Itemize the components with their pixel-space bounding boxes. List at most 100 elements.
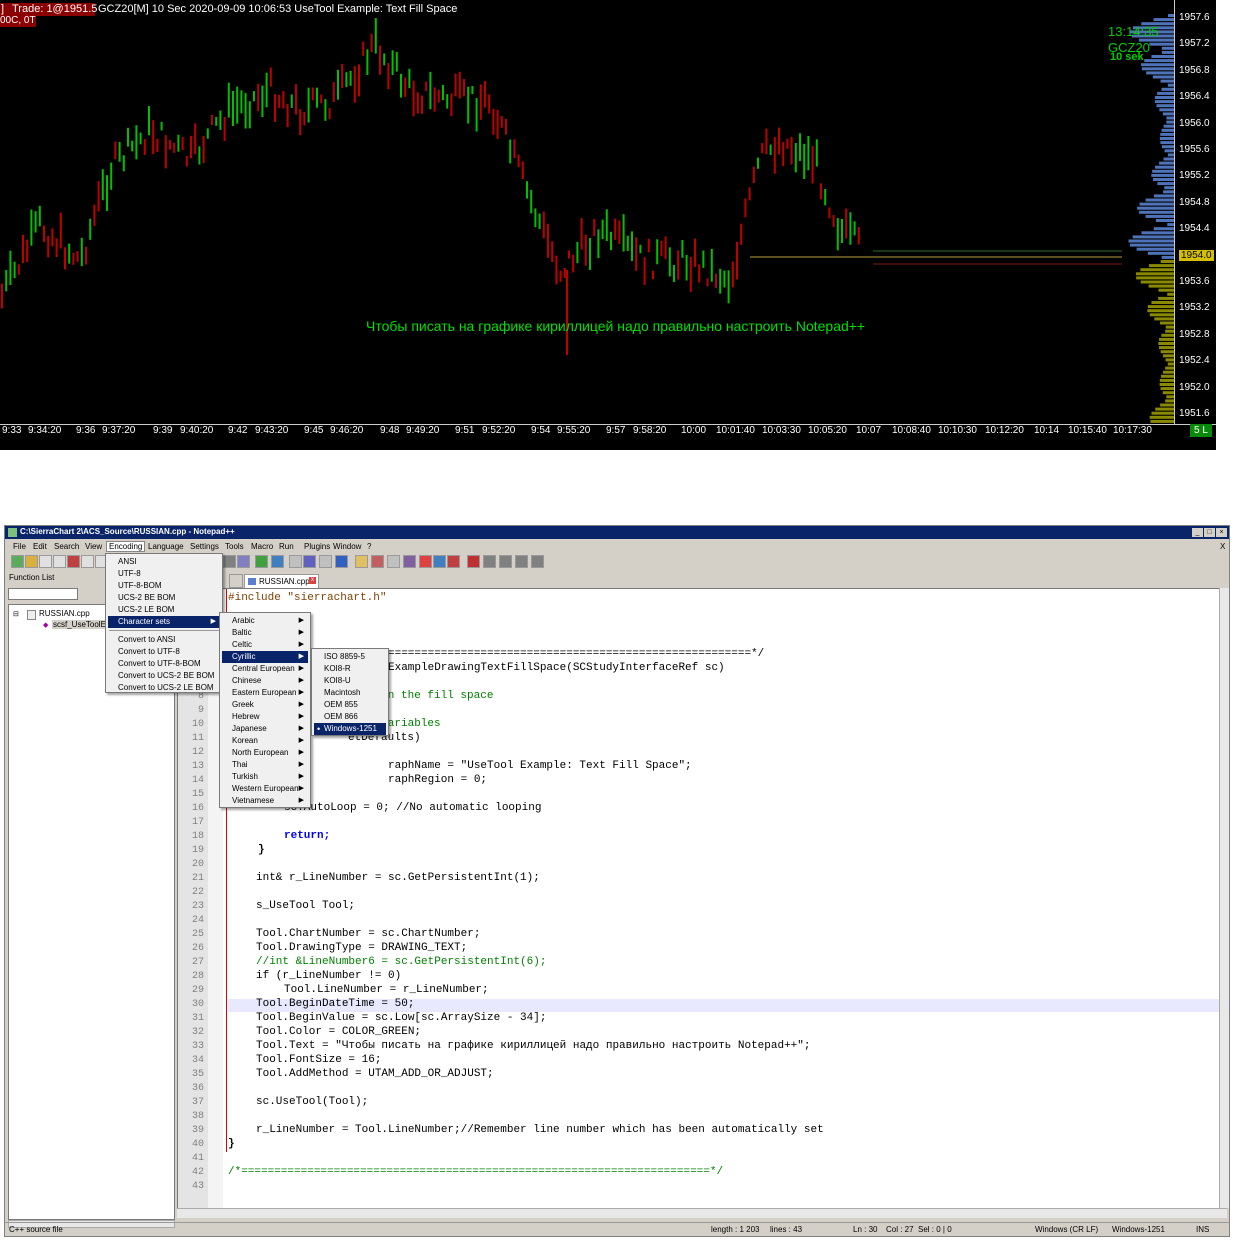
menu-macro[interactable]: Macro: [249, 542, 275, 551]
menu-edit[interactable]: Edit: [31, 542, 49, 551]
code-line[interactable]: }: [228, 1138, 235, 1150]
toolbar-button[interactable]: [335, 555, 348, 568]
code-line[interactable]: raphRegion = 0;: [388, 774, 487, 786]
menu-plugins[interactable]: Plugins: [302, 542, 332, 551]
toolbar-button[interactable]: [25, 555, 38, 568]
menu-item[interactable]: Hebrew ▶: [222, 711, 308, 723]
toolbar-button[interactable]: [403, 555, 416, 568]
menu-item[interactable]: Japanese ▶: [222, 723, 308, 735]
tab-close-icon[interactable]: x: [309, 577, 316, 584]
toolbar-button[interactable]: [419, 555, 432, 568]
toolbar-button[interactable]: [11, 555, 24, 568]
code-line[interactable]: /*======================================…: [228, 1166, 723, 1178]
menu-item[interactable]: Western European ▶: [222, 783, 308, 795]
code-line[interactable]: if (r_LineNumber != 0): [256, 970, 401, 982]
toolbar-button[interactable]: [531, 555, 544, 568]
menu-item[interactable]: OEM 866: [314, 711, 386, 723]
menu-item[interactable]: North European ▶: [222, 747, 308, 759]
toolbar-button[interactable]: [223, 555, 236, 568]
toolbar-button[interactable]: [447, 555, 460, 568]
menu-item[interactable]: UCS-2 BE BOM: [108, 592, 220, 604]
menu-window[interactable]: Window: [331, 542, 363, 551]
code-line[interactable]: Tool.Text = "Чтобы писать на графике кир…: [256, 1040, 811, 1052]
code-line[interactable]: Tool.BeginValue = sc.Low[sc.ArraySize - …: [256, 1012, 546, 1024]
toolbar-button[interactable]: [237, 555, 250, 568]
menu-view[interactable]: View: [83, 542, 104, 551]
menu-item[interactable]: Arabic ▶: [222, 615, 308, 627]
toolbar-button[interactable]: [271, 555, 284, 568]
menu-item[interactable]: Cyrillic ▶: [222, 651, 308, 663]
menu-item[interactable]: OEM 855: [314, 699, 386, 711]
menu-item[interactable]: Convert to UCS-2 BE BOM: [108, 670, 220, 682]
editor-vscroll[interactable]: [1219, 588, 1229, 1208]
menu-encoding[interactable]: Encoding: [106, 541, 146, 552]
code-line[interactable]: r_LineNumber = Tool.LineNumber;//Remembe…: [256, 1124, 824, 1136]
menu-item[interactable]: Baltic ▶: [222, 627, 308, 639]
toolbar-button[interactable]: [303, 555, 316, 568]
chart-window[interactable]: ] Trade: 1@1951.5 GCZ20[M] 10 Sec 2020-0…: [0, 0, 1216, 450]
code-line[interactable]: ========================================…: [388, 648, 764, 660]
toolbar-button[interactable]: [39, 555, 52, 568]
menu-item[interactable]: Convert to UTF-8-BOM: [108, 658, 220, 670]
menu-item[interactable]: UTF-8-BOM: [108, 580, 220, 592]
code-line[interactable]: return;: [284, 830, 330, 842]
menu-item[interactable]: KOI8-U: [314, 675, 386, 687]
menu-item[interactable]: ANSI: [108, 556, 220, 568]
toolbar-button[interactable]: [319, 555, 332, 568]
menu-file[interactable]: File: [11, 542, 28, 551]
code-line[interactable]: Tool.FontSize = 16;: [256, 1054, 381, 1066]
code-line[interactable]: Tool.Color = COLOR_GREEN;: [256, 1026, 421, 1038]
minimize-button[interactable]: _: [1192, 528, 1203, 537]
code-line[interactable]: Tool.ChartNumber = sc.ChartNumber;: [256, 928, 480, 940]
function-search-input[interactable]: [8, 588, 78, 600]
code-line[interactable]: Tool.BeginDateTime = 50;: [256, 998, 414, 1010]
tree-function[interactable]: scsf_UseToolEx: [52, 620, 111, 629]
menu-item[interactable]: Convert to UCS-2 LE BOM: [108, 682, 220, 694]
toolbar-button[interactable]: [515, 555, 528, 568]
toolbar-button[interactable]: [483, 555, 496, 568]
tab-other[interactable]: [229, 574, 243, 588]
menu-item[interactable]: Thai ▶: [222, 759, 308, 771]
code-line[interactable]: raphName = "UseTool Example: Text Fill S…: [388, 760, 692, 772]
code-line[interactable]: }: [258, 844, 265, 856]
code-line[interactable]: s_UseTool Tool;: [256, 900, 355, 912]
menu-item[interactable]: Convert to ANSI: [108, 634, 220, 646]
toolbar-button[interactable]: [81, 555, 94, 568]
menu-tools[interactable]: Tools: [223, 542, 246, 551]
menu-item[interactable]: Macintosh: [314, 687, 386, 699]
toolbar-button[interactable]: [467, 555, 480, 568]
menu-item[interactable]: ISO 8859-5: [314, 651, 386, 663]
menu-item[interactable]: Turkish ▶: [222, 771, 308, 783]
menu-item[interactable]: Greek ▶: [222, 699, 308, 711]
menu-item[interactable]: Windows-1251: [314, 723, 386, 735]
toolbar-button[interactable]: [289, 555, 302, 568]
menu-language[interactable]: Language: [146, 542, 186, 551]
toolbar-button[interactable]: [53, 555, 66, 568]
tab-russian-cpp[interactable]: RUSSIAN.cpp x: [244, 574, 319, 588]
tree-expander-icon[interactable]: ⊟: [13, 610, 19, 618]
menu-item[interactable]: Celtic ▶: [222, 639, 308, 651]
menu-item[interactable]: KOI8-R: [314, 663, 386, 675]
menu-item[interactable]: Chinese ▶: [222, 675, 308, 687]
close-doc-x[interactable]: X: [1220, 542, 1225, 551]
menu-item[interactable]: UCS-2 LE BOM: [108, 604, 220, 616]
menu-item[interactable]: Vietnamese ▶: [222, 795, 308, 807]
close-button[interactable]: ×: [1216, 528, 1227, 537]
code-line[interactable]: int& r_LineNumber = sc.GetPersistentInt(…: [256, 872, 540, 884]
menu-item[interactable]: Eastern European ▶: [222, 687, 308, 699]
toolbar-button[interactable]: [433, 555, 446, 568]
code-line[interactable]: //int &LineNumber6 = sc.GetPersistentInt…: [256, 956, 546, 968]
code-line[interactable]: sc.AutoLoop = 0; //No automatic looping: [284, 802, 541, 814]
menu-item[interactable]: Central European ▶: [222, 663, 308, 675]
toolbar-button[interactable]: [371, 555, 384, 568]
menu-search[interactable]: Search: [52, 542, 81, 551]
toolbar-button[interactable]: [355, 555, 368, 568]
code-line[interactable]: Tool.AddMethod = UTAM_ADD_OR_ADJUST;: [256, 1068, 494, 1080]
menu-item[interactable]: Korean ▶: [222, 735, 308, 747]
menu-settings[interactable]: Settings: [188, 542, 221, 551]
price-axis[interactable]: 1957.6 1957.2 1956.8 1956.4 1956.0 1955.6 1955…: [1174, 0, 1216, 424]
toolbar-button[interactable]: [255, 555, 268, 568]
menu-item[interactable]: UTF-8: [108, 568, 220, 580]
maximize-button[interactable]: □: [1204, 528, 1215, 537]
code-line[interactable]: ExampleDrawingTextFillSpace(SCStudyInter…: [388, 662, 725, 674]
